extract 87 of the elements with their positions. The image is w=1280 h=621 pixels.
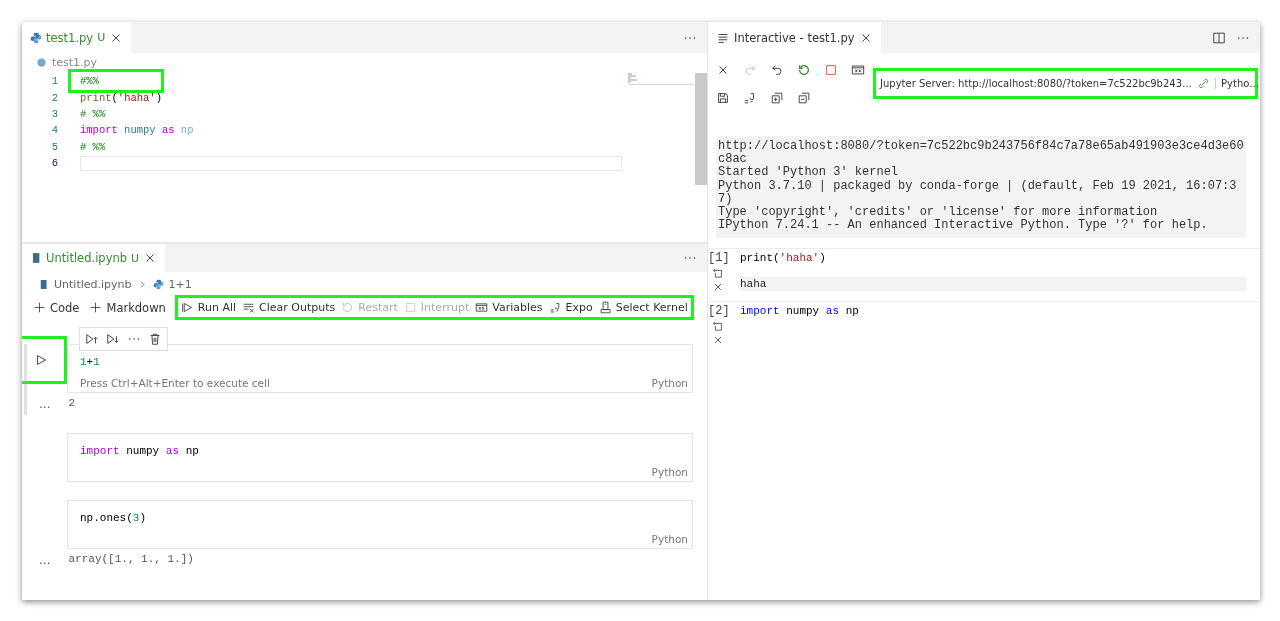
console-line: Python 3.7.10 | packaged by conda-forge | (default, Feb 19 2021, 16:07:3 [718, 179, 1238, 193]
toolbar-button[interactable]: Clear Outputs [239, 301, 339, 314]
cell-hint: Press Ctrl+Alt+Enter to execute cell [80, 377, 270, 389]
tab-label: Interactive - test1.py [734, 30, 855, 45]
console-line: c8ac [718, 153, 747, 167]
code-line: 1+1 [80, 356, 101, 368]
file-icon [36, 57, 47, 68]
expand-icon[interactable] [770, 91, 784, 105]
code-line: np.ones(3) [80, 512, 148, 524]
code-line: # %% [80, 107, 106, 120]
kernel-icon [598, 301, 612, 314]
console-line: Started 'Python 3' kernel [718, 166, 900, 180]
notebook-icon [38, 278, 49, 290]
line-number: 3 [50, 107, 58, 120]
cell-language[interactable]: Python [651, 466, 688, 478]
breadcrumb-item[interactable]: Untitled.ipynb [54, 277, 132, 291]
code-line: # %% [80, 140, 106, 153]
console-line: IPython 7.24.1 -- An enhanced Interactive Python. Type '?' for help. [718, 219, 1209, 233]
export-icon[interactable] [743, 91, 757, 105]
code-line: import numpy as np [80, 445, 200, 457]
interactive-tab[interactable]: Interactive - test1.py [708, 22, 881, 53]
toolbar-button[interactable]: Select Kernel [595, 301, 691, 314]
python-icon [30, 31, 42, 44]
goto-cell-icon[interactable] [712, 320, 724, 333]
line-number: 5 [50, 140, 58, 153]
stop-icon[interactable] [824, 63, 838, 77]
link-icon [1197, 77, 1211, 90]
cell-output: 2 [68, 397, 76, 411]
cell-language[interactable]: Python [651, 533, 688, 545]
line-number: 4 [50, 124, 58, 137]
status-letter: U [131, 251, 140, 265]
execution-count: [1] [708, 251, 730, 266]
output-menu[interactable]: … [39, 397, 51, 415]
code-cell[interactable]: np.ones(3) Python [67, 500, 693, 549]
toolbar-button[interactable]: Expo [545, 301, 596, 314]
cell-output: array([1., 1., 1.]) [68, 553, 194, 567]
notebook-icon [30, 252, 42, 264]
code-line: import numpy as np [80, 124, 194, 137]
code-cell[interactable]: import numpy as np Python [67, 433, 693, 482]
jupyter-server-status[interactable]: Jupyter Server: http://localhost:8080/?token=7c522bc9b243… [880, 78, 1193, 89]
execution-count: [2] [708, 304, 730, 319]
variables-icon [475, 301, 489, 314]
tab-label: test1.py [46, 30, 94, 45]
toolbar-button[interactable]: Run All [177, 301, 240, 314]
line-number: 6 [50, 157, 58, 170]
run-below-icon[interactable] [106, 332, 120, 346]
notebook-tab[interactable]: Untitled.ipynb U [22, 244, 166, 272]
editor-tab[interactable]: test1.py U [22, 22, 132, 53]
output-menu[interactable]: … [39, 553, 51, 571]
undo-icon[interactable] [770, 63, 784, 77]
stop-icon [403, 301, 417, 314]
toolbar-button[interactable]: Variables [472, 301, 546, 314]
export-icon [548, 301, 562, 314]
plus-icon [89, 301, 103, 314]
delete-icon[interactable] [148, 332, 162, 346]
split-editor-icon[interactable] [1212, 30, 1226, 45]
run-all-icon [180, 301, 194, 314]
line-number: 1 [50, 75, 58, 88]
cell-output: haha [740, 277, 1246, 292]
console-line: 7) [718, 192, 733, 206]
variables-icon[interactable] [851, 63, 865, 77]
clear-outputs-icon [242, 301, 256, 314]
breadcrumb-item[interactable]: 1+1 [168, 277, 192, 291]
add-cell-button[interactable]: Code [28, 300, 85, 315]
scrollbar[interactable] [695, 73, 707, 185]
tab-label: Untitled.ipynb [46, 251, 128, 265]
code-line: print('haha') [80, 91, 162, 104]
line-number: 2 [50, 91, 58, 104]
code-cell[interactable]: 1+1 Press Ctrl+Alt+Enter to execute cell Python [67, 344, 693, 393]
add-cell-button[interactable]: Markdown [84, 300, 171, 315]
goto-cell-icon[interactable] [712, 267, 724, 280]
code-line: import numpy as np [740, 305, 860, 318]
restart-icon[interactable] [797, 63, 811, 77]
cell-language[interactable]: Python [651, 377, 688, 389]
save-icon[interactable] [716, 91, 730, 105]
code-line: print('haha') [740, 252, 827, 265]
console-line: http://localhost:8080/?token=7c522bc9b243756f84c7a78e65ab491903e3ce4d3e60 [718, 140, 1244, 153]
code-line: #%% [80, 75, 99, 88]
play-icon [34, 353, 48, 367]
plus-icon [33, 301, 46, 314]
collapse-icon[interactable] [797, 91, 811, 105]
status-letter: U [97, 31, 106, 44]
console-line: Type 'copyright', 'credits' or 'license' for more information [718, 206, 1159, 219]
python-icon [152, 278, 164, 290]
run-above-icon[interactable] [85, 332, 99, 346]
breadcrumb[interactable]: test1.py [36, 56, 98, 69]
restart-icon [341, 301, 355, 314]
